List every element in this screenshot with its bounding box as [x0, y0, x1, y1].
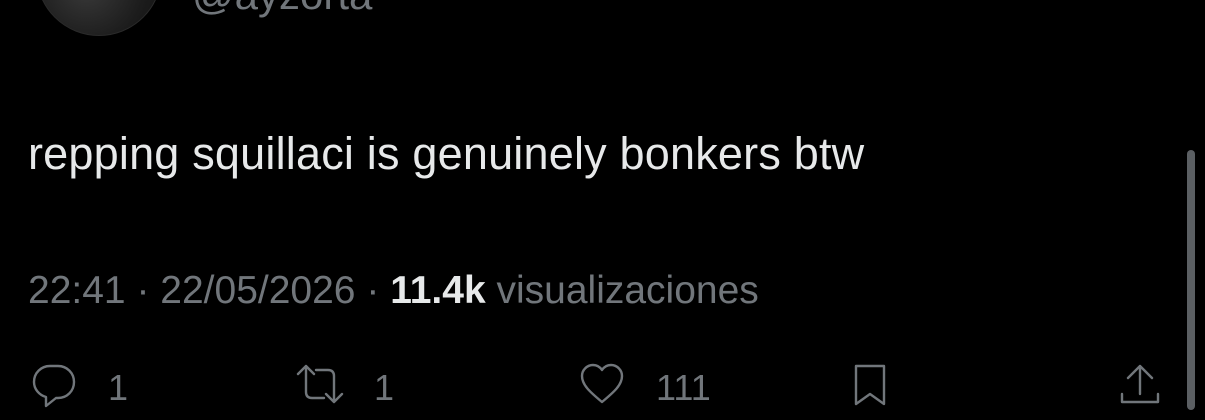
tweet-text: repping squillaci is genuinely bonkers b…	[28, 128, 865, 179]
tweet-date[interactable]: 22/05/2026	[160, 269, 355, 312]
retweet-icon	[296, 360, 344, 413]
meta-separator: ·	[136, 269, 150, 312]
reply-button[interactable]: 1	[30, 360, 128, 413]
tweet-meta: 22:41 · 22/05/2026 · 11.4k visualizacion…	[28, 268, 759, 315]
bookmark-icon	[846, 360, 894, 413]
avatar[interactable]	[36, 0, 162, 36]
meta-separator: ·	[366, 269, 380, 312]
reply-icon	[30, 360, 78, 413]
share-button[interactable]	[1116, 360, 1164, 413]
views-label: visualizaciones	[496, 269, 759, 312]
tweet-time[interactable]: 22:41	[28, 269, 126, 312]
retweet-button[interactable]: 1	[296, 360, 394, 413]
views-count[interactable]: 11.4k	[390, 269, 485, 312]
action-bar: 1 1 111	[0, 360, 1205, 420]
like-button[interactable]: 111	[578, 360, 711, 413]
bookmark-button[interactable]	[846, 360, 894, 413]
heart-icon	[578, 360, 626, 413]
share-icon	[1116, 360, 1164, 413]
scrollbar[interactable]	[1187, 150, 1195, 410]
author-handle[interactable]: @ayzorta	[192, 0, 372, 16]
